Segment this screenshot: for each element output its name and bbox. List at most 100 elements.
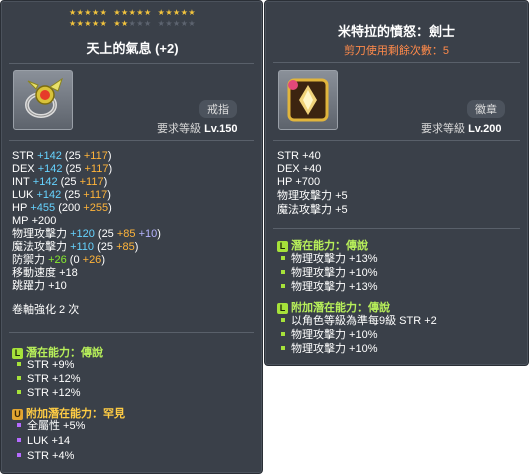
bonus-potential-line: STR +4% <box>17 450 74 462</box>
stat-total: +142 <box>37 150 62 162</box>
emblem-icon <box>287 78 329 122</box>
stat-bonus: +255 <box>83 202 109 214</box>
stat-bonus: +117 <box>84 163 109 175</box>
stat-name: DEX <box>12 163 35 175</box>
stat-total: +142 <box>37 163 63 175</box>
divider <box>9 332 254 333</box>
item-title: 天上的氣息 (+2) <box>86 41 179 56</box>
bonus-potential-line: 物理攻擊力 +10% <box>281 329 378 341</box>
item-tooltip-emblem: 米特拉的憤怒：劍士 剪刀使用剩餘次數：5 徽章 要求等級 Lv.200 STR … <box>264 0 529 366</box>
stat-total: +40 <box>302 150 321 162</box>
stat-total: +142 <box>32 176 58 188</box>
potential-line: STR +9% <box>17 359 74 371</box>
starforce-row-1: ★★★★★ ★★★★★ ★★★★★ <box>1 8 264 17</box>
potential-line: STR +12% <box>17 373 81 385</box>
stat-total: +5 <box>335 190 348 202</box>
stat-base: (25 <box>64 189 81 201</box>
legendary-icon: L <box>12 348 23 359</box>
paren: ) <box>108 202 112 214</box>
star-group: ★★ <box>113 19 129 28</box>
bonus-text: 物理攻擊力 +10% <box>291 343 378 355</box>
required-level: 要求等級 Lv.200 <box>421 120 502 136</box>
stat-name: 防禦力 <box>12 254 45 266</box>
bonus-text: 物理攻擊力 +10% <box>291 329 378 341</box>
stat-name: 魔法攻擊力 <box>277 204 332 216</box>
potential-title: 潛在能力：傳說 <box>26 347 103 359</box>
item-icon-frame <box>13 70 73 130</box>
required-level-label: 要求等級 <box>157 123 201 135</box>
stat-line-dex: DEX +40 <box>277 163 321 176</box>
stat-bonus: +26 <box>82 254 102 266</box>
star-group: ★★★★★ <box>157 8 197 17</box>
item-tooltip-ring: ★★★★★ ★★★★★ ★★★★★ ★★★★★ ★★★★★ ★★★★★ 天上的氣息 (+… <box>0 0 263 474</box>
stat-name: 跳躍力 <box>12 280 45 292</box>
legendary-icon: L <box>277 303 288 314</box>
star-group-empty: ★★★★★ <box>157 19 197 28</box>
star-group: ★★★★★ <box>113 8 152 17</box>
required-level-value: Lv.200 <box>468 123 502 135</box>
potential-text: STR +12% <box>27 387 81 399</box>
stat-bonus: +85 <box>116 228 136 240</box>
stat-name: 魔法攻擊力 <box>12 241 67 253</box>
scissors-remaining: 剪刀使用剩餘次數：5 <box>343 45 450 57</box>
stat-name: INT <box>12 176 30 188</box>
paren: ) <box>107 189 111 201</box>
stat-line-magic-attack: 魔法攻擊力 +5 <box>277 204 348 217</box>
stat-total: +120 <box>70 228 95 240</box>
stat-base: (25 <box>97 228 114 240</box>
stat-line-hp: HP +700 <box>277 176 320 189</box>
stat-name: MP <box>12 215 29 227</box>
stat-total: +5 <box>335 204 348 216</box>
bonus-text: 全屬性 +5% <box>27 420 86 432</box>
stat-base: (25 <box>64 150 81 162</box>
legendary-icon: L <box>277 241 288 252</box>
bonus-potential-line: 物理攻擊力 +10% <box>281 343 378 355</box>
bonus-potential-header: U 附加潛在能力：罕見 <box>12 405 125 421</box>
unique-icon: U <box>12 409 23 420</box>
star-group: ★★★★★ <box>68 19 108 28</box>
stat-total: +10 <box>48 280 67 292</box>
paren: ) <box>134 241 139 253</box>
potential-text: 物理攻擊力 +10% <box>291 267 378 279</box>
potential-line: 物理攻擊力 +13% <box>281 253 378 265</box>
stat-name: HP <box>12 202 28 214</box>
stat-total: +110 <box>70 241 95 253</box>
stat-total: +700 <box>295 176 321 188</box>
required-level: 要求等級 Lv.150 <box>157 120 238 136</box>
stat-base: (0 <box>69 254 80 266</box>
stat-bonus: +117 <box>83 189 108 201</box>
bonus-text: 以角色等級為準每9級 STR +2 <box>291 315 437 327</box>
stat-name: 物理攻擊力 <box>277 190 332 202</box>
potential-text: STR +12% <box>27 373 81 385</box>
required-level-label: 要求等級 <box>421 123 465 135</box>
potential-line: 物理攻擊力 +10% <box>281 267 378 279</box>
divider <box>273 62 520 63</box>
paren: ) <box>103 176 108 188</box>
potential-line: 物理攻擊力 +13% <box>281 281 378 293</box>
stat-total: +26 <box>48 254 67 266</box>
potential-line: STR +12% <box>17 387 81 399</box>
ring-icon <box>25 77 63 118</box>
stat-line-str: STR +40 <box>277 150 321 163</box>
stat-bonus: +85 <box>116 241 135 253</box>
paren: ) <box>107 150 112 162</box>
stat-base: (25 <box>60 176 77 188</box>
potential-header: L 潛在能力：傳說 <box>12 344 103 360</box>
potential-text: STR +9% <box>27 359 75 371</box>
item-icon-frame <box>278 70 338 130</box>
star-group: ★★★★★ <box>68 8 108 17</box>
stat-line-defense: 防禦力 +26 (0 +26) <box>12 254 105 267</box>
divider <box>9 63 254 64</box>
stat-total: +455 <box>30 202 56 214</box>
bonus-potential-title: 附加潛在能力：傳說 <box>291 302 390 314</box>
star-group-empty: ★★★ <box>128 19 152 28</box>
stat-line-int: INT +142 (25 +117) <box>12 176 107 189</box>
potential-header: L 潛在能力：傳說 <box>277 237 368 253</box>
stat-line-mp: MP +200 <box>12 215 56 228</box>
stat-name: DEX <box>277 163 300 175</box>
stat-name: 物理攻擊力 <box>12 228 67 240</box>
stat-line-magic-attack: 魔法攻擊力 +110 (25 +85) <box>12 241 138 254</box>
divider <box>273 228 520 229</box>
stat-total: +18 <box>59 267 78 279</box>
potential-title: 潛在能力：傳說 <box>291 240 368 252</box>
